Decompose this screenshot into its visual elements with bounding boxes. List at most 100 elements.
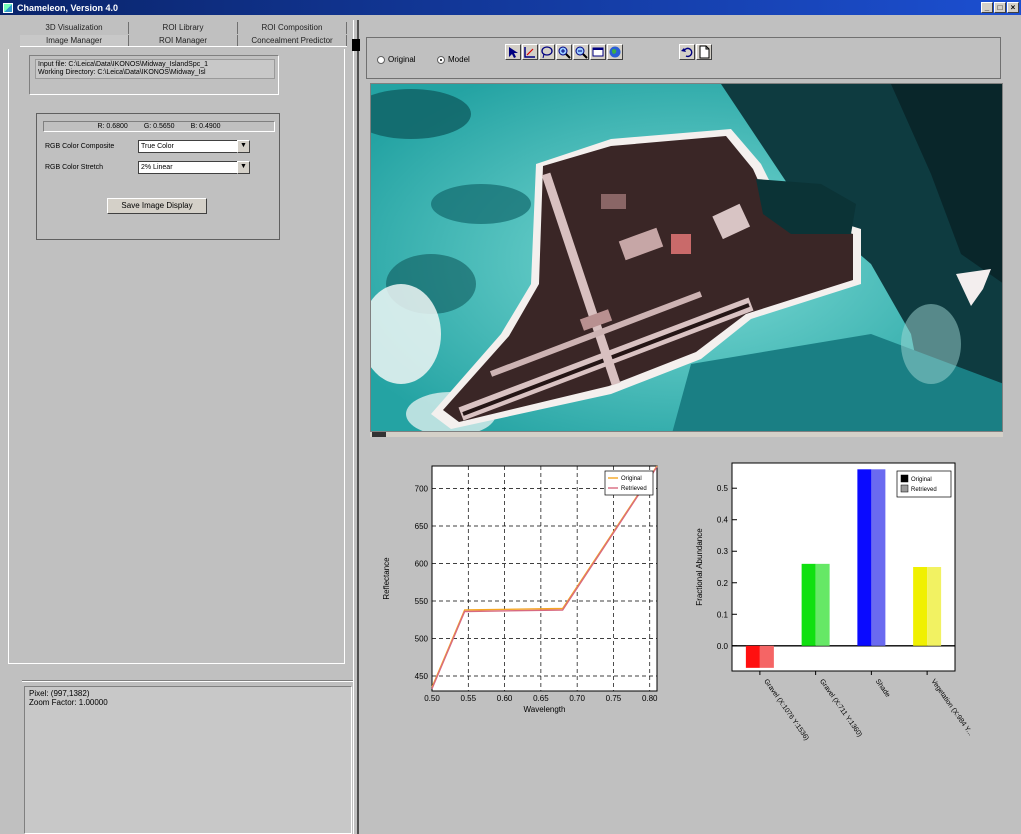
file-info-text: Input file: C:\Leica\Data\IKONOS\Midway_… (35, 59, 275, 79)
reflectance-chart: 0.50 0.55 0.60 0.65 0.70 0.75 0.80 450 500 550 600… (375, 455, 665, 735)
red-value: R: 0.6800 (97, 123, 128, 130)
x-tick-label: 0.70 (569, 694, 585, 703)
tab-image-manager[interactable]: Image Manager (20, 35, 129, 46)
model-radio[interactable]: Model (437, 55, 470, 64)
maximize-button[interactable]: □ (994, 2, 1006, 13)
bar (745, 645, 760, 668)
x-tick-label: 0.80 (642, 694, 658, 703)
x-axis-label: Wavelength (524, 705, 566, 714)
x-tick-label: 0.75 (606, 694, 622, 703)
tab-concealment-predictor[interactable]: Concealment Predictor (238, 35, 347, 46)
pixel-readout: Pixel: (997,1382) (29, 689, 90, 698)
legend-label: Original (911, 477, 932, 483)
view-toolbar: Original Model (366, 37, 1001, 79)
legend-swatch (900, 474, 909, 483)
y-axis-label: Reflectance (382, 557, 391, 600)
abundance-chart-svg: 0.0 0.1 0.2 0.3 0.4 0.5 Gravel (X:1076 Y:1536)… (695, 462, 974, 742)
lasso-icon[interactable] (539, 44, 555, 60)
undo-icon[interactable] (679, 44, 695, 60)
y-tick-label: 550 (415, 597, 429, 606)
composite-value: True Color (141, 143, 174, 150)
globe-icon[interactable] (607, 44, 623, 60)
green-value: G: 0.5650 (143, 123, 175, 130)
model-label: Model (448, 55, 470, 64)
x-tick-label: Gravel (X:1076 Y:1536) (762, 678, 810, 742)
zoom-in-icon[interactable] (556, 44, 572, 60)
bar (815, 563, 830, 646)
legend-label: Retrieved (911, 487, 937, 493)
tab-roi-manager[interactable]: ROI Manager (129, 35, 238, 46)
image-scrollbar-thumb[interactable] (372, 432, 386, 437)
y-tick-label: 700 (415, 485, 429, 494)
chevron-down-icon[interactable]: ▼ (237, 140, 250, 153)
status-box: Pixel: (997,1382) Zoom Factor: 1.00000 (24, 686, 352, 834)
y-tick-label: 600 (415, 560, 429, 569)
rgb-settings-group: R: 0.6800 G: 0.5650 B: 0.4900 RGB Color … (36, 113, 280, 240)
stretch-label: RGB Color Stretch (45, 164, 103, 171)
x-tick-label: 0.65 (533, 694, 549, 703)
satellite-image-view[interactable] (370, 83, 1003, 436)
y-tick-label: 650 (415, 522, 429, 531)
panel-divider (22, 680, 354, 682)
tab-row-front: Image Manager ROI Manager Concealment Pr… (20, 35, 347, 47)
window-controls: _ □ × (981, 2, 1019, 13)
tab-3d-visualization[interactable]: 3D Visualization (20, 22, 129, 34)
original-radio[interactable]: Original (377, 55, 416, 64)
y-tick-label: 450 (415, 672, 429, 681)
tab-roi-library[interactable]: ROI Library (129, 22, 238, 34)
rgb-values-readout: R: 0.6800 G: 0.5650 B: 0.4900 (43, 121, 275, 132)
y-axis-label: Fractional Abundance (695, 528, 704, 606)
x-tick-label: Gravel (X:711 Y:1360) (818, 678, 863, 738)
y-tick-label: 500 (415, 635, 429, 644)
tab-roi-composition[interactable]: ROI Composition (238, 22, 347, 34)
legend-label: Original (621, 476, 642, 482)
composite-select[interactable]: True Color ▼ (138, 140, 250, 153)
x-tick-label: 0.60 (497, 694, 513, 703)
vertical-splitter[interactable] (352, 20, 362, 834)
zoom-out-icon[interactable] (573, 44, 589, 60)
splitter-grip[interactable] (352, 39, 360, 51)
x-tick-label: Shade (874, 678, 891, 699)
app-icon (3, 2, 13, 13)
stretch-select[interactable]: 2% Linear ▼ (138, 161, 250, 174)
roi-draw-icon[interactable] (522, 44, 538, 60)
satellite-image (371, 84, 1002, 435)
new-document-icon[interactable] (696, 44, 712, 60)
abundance-chart: 0.0 0.1 0.2 0.3 0.4 0.5 Gravel (X:1076 Y:1536)… (690, 455, 1000, 755)
original-radio-dot[interactable] (377, 55, 385, 64)
x-tick-label: 0.50 (424, 694, 440, 703)
fit-window-icon[interactable] (590, 44, 606, 60)
reflectance-chart-svg: 0.50 0.55 0.60 0.65 0.70 0.75 0.80 450 500 550 600… (382, 465, 658, 714)
working-directory-text: Working Directory: C:\Leica\Data\IKONOS\… (38, 69, 206, 76)
bar (913, 567, 928, 646)
original-label: Original (388, 55, 416, 64)
y-tick-label: 0.2 (717, 579, 729, 588)
close-button[interactable]: × (1007, 2, 1019, 13)
model-radio-dot[interactable] (437, 55, 445, 64)
bar (927, 567, 942, 646)
bar (857, 469, 872, 646)
y-tick-label: 0.5 (717, 484, 729, 493)
file-info-box: Input file: C:\Leica\Data\IKONOS\Midway_… (29, 55, 279, 95)
composite-label: RGB Color Composite (45, 143, 115, 150)
arrow-select-icon[interactable] (505, 44, 521, 60)
blue-value: B: 0.4900 (190, 123, 221, 130)
window-title: Chameleon, Version 4.0 (17, 2, 119, 13)
input-file-text: Input file: C:\Leica\Data\IKONOS\Midway_… (38, 61, 209, 68)
y-tick-label: 0.3 (717, 547, 729, 556)
chevron-down-icon[interactable]: ▼ (237, 161, 250, 174)
image-scrollbar[interactable] (370, 431, 1003, 437)
x-tick-label: 0.55 (461, 694, 477, 703)
save-image-display-button[interactable]: Save Image Display (107, 198, 207, 214)
y-tick-label: 0.1 (717, 610, 729, 619)
splitter-bar[interactable] (353, 20, 359, 834)
minimize-button[interactable]: _ (981, 2, 993, 13)
x-tick-label: Vegetation (X:984 Y... (929, 678, 973, 737)
stretch-value: 2% Linear (141, 164, 173, 171)
legend-swatch (900, 484, 909, 493)
title-bar: Chameleon, Version 4.0 _ □ × (0, 0, 1021, 15)
bar (871, 469, 886, 646)
y-tick-label: 0.0 (717, 642, 729, 651)
tab-row-back: 3D Visualization ROI Library ROI Composi… (20, 22, 347, 34)
bar (801, 563, 816, 646)
